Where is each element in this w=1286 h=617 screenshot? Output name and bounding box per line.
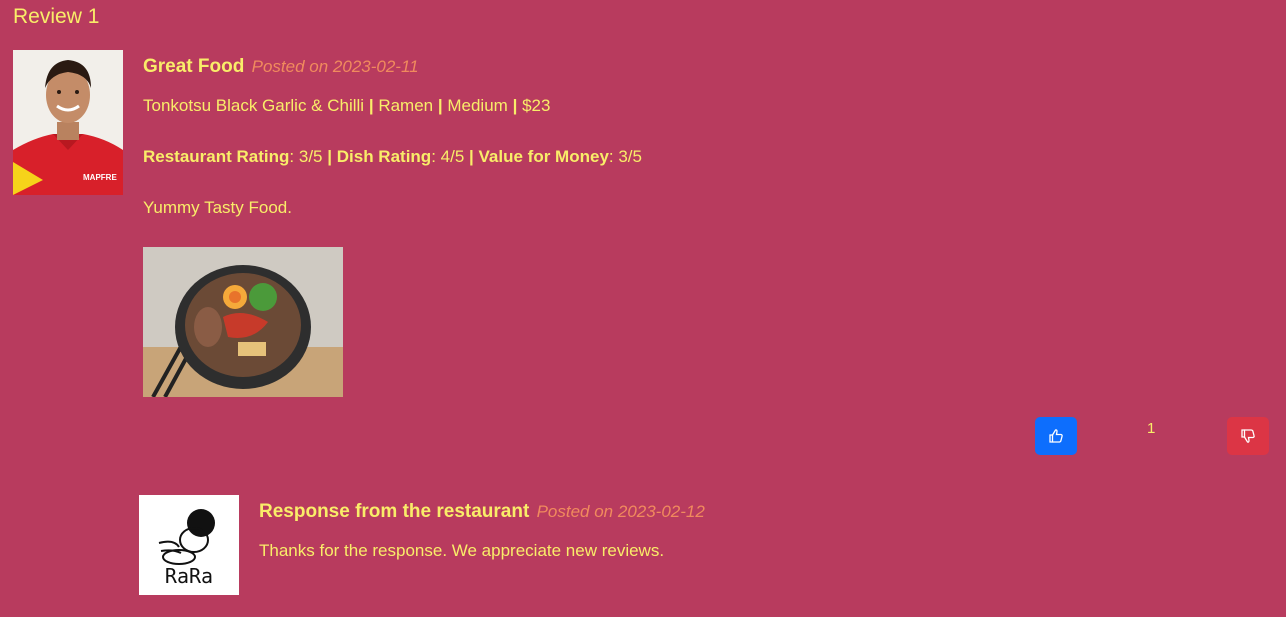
like-button[interactable] bbox=[1035, 417, 1077, 455]
review-content: Great Food Posted on 2023-02-11 Tonkotsu… bbox=[143, 55, 1263, 219]
separator: | bbox=[368, 96, 374, 115]
reviewer-avatar: MAPFRE bbox=[13, 50, 123, 195]
separator: | bbox=[327, 147, 333, 166]
dislike-button[interactable] bbox=[1227, 417, 1269, 455]
response-title: Response from the restaurant bbox=[259, 501, 530, 522]
review-posted-date: Posted on 2023-02-11 bbox=[251, 57, 419, 76]
review-heading: Review 1 bbox=[13, 5, 100, 28]
dish-rating-value: : 4/5 bbox=[431, 147, 465, 166]
vote-count: 1 bbox=[1147, 420, 1156, 437]
value-rating-label: Value for Money bbox=[478, 147, 609, 166]
review-comment: Yummy Tasty Food. bbox=[143, 198, 292, 217]
restaurant-logo: RaRa bbox=[139, 495, 239, 595]
logo-text: RaRa bbox=[165, 564, 213, 588]
separator: | bbox=[512, 96, 518, 115]
response-posted-date: Posted on 2023-02-12 bbox=[536, 502, 705, 521]
avatar-sponsor-text: MAPFRE bbox=[83, 173, 117, 182]
restaurant-response: Response from the restaurant Posted on 2… bbox=[259, 500, 1259, 562]
review-title: Great Food bbox=[143, 56, 245, 77]
thumbs-up-icon bbox=[1049, 429, 1063, 443]
restaurant-rating-label: Restaurant Rating bbox=[143, 147, 290, 166]
value-rating-value: : 3/5 bbox=[608, 147, 642, 166]
food-photo bbox=[143, 247, 343, 397]
restaurant-rating-value: : 3/5 bbox=[289, 147, 323, 166]
response-title-line: Response from the restaurant Posted on 2… bbox=[259, 500, 1259, 524]
dish-price: $23 bbox=[522, 96, 551, 115]
separator: | bbox=[469, 147, 474, 166]
dish-info: Tonkotsu Black Garlic & Chilli | Ramen |… bbox=[143, 95, 1263, 117]
dish-rating-label: Dish Rating bbox=[336, 147, 432, 166]
response-text: Thanks for the response. We appreciate n… bbox=[259, 541, 665, 560]
ratings: Restaurant Rating: 3/5 | Dish Rating: 4/… bbox=[143, 146, 1263, 168]
separator: | bbox=[437, 96, 443, 115]
thumbs-down-icon bbox=[1241, 429, 1255, 443]
dish-size: Medium bbox=[447, 96, 508, 115]
dish-category: Ramen bbox=[378, 96, 434, 115]
dish-name: Tonkotsu Black Garlic & Chilli bbox=[143, 96, 365, 115]
review-title-line: Great Food Posted on 2023-02-11 bbox=[143, 55, 1263, 79]
